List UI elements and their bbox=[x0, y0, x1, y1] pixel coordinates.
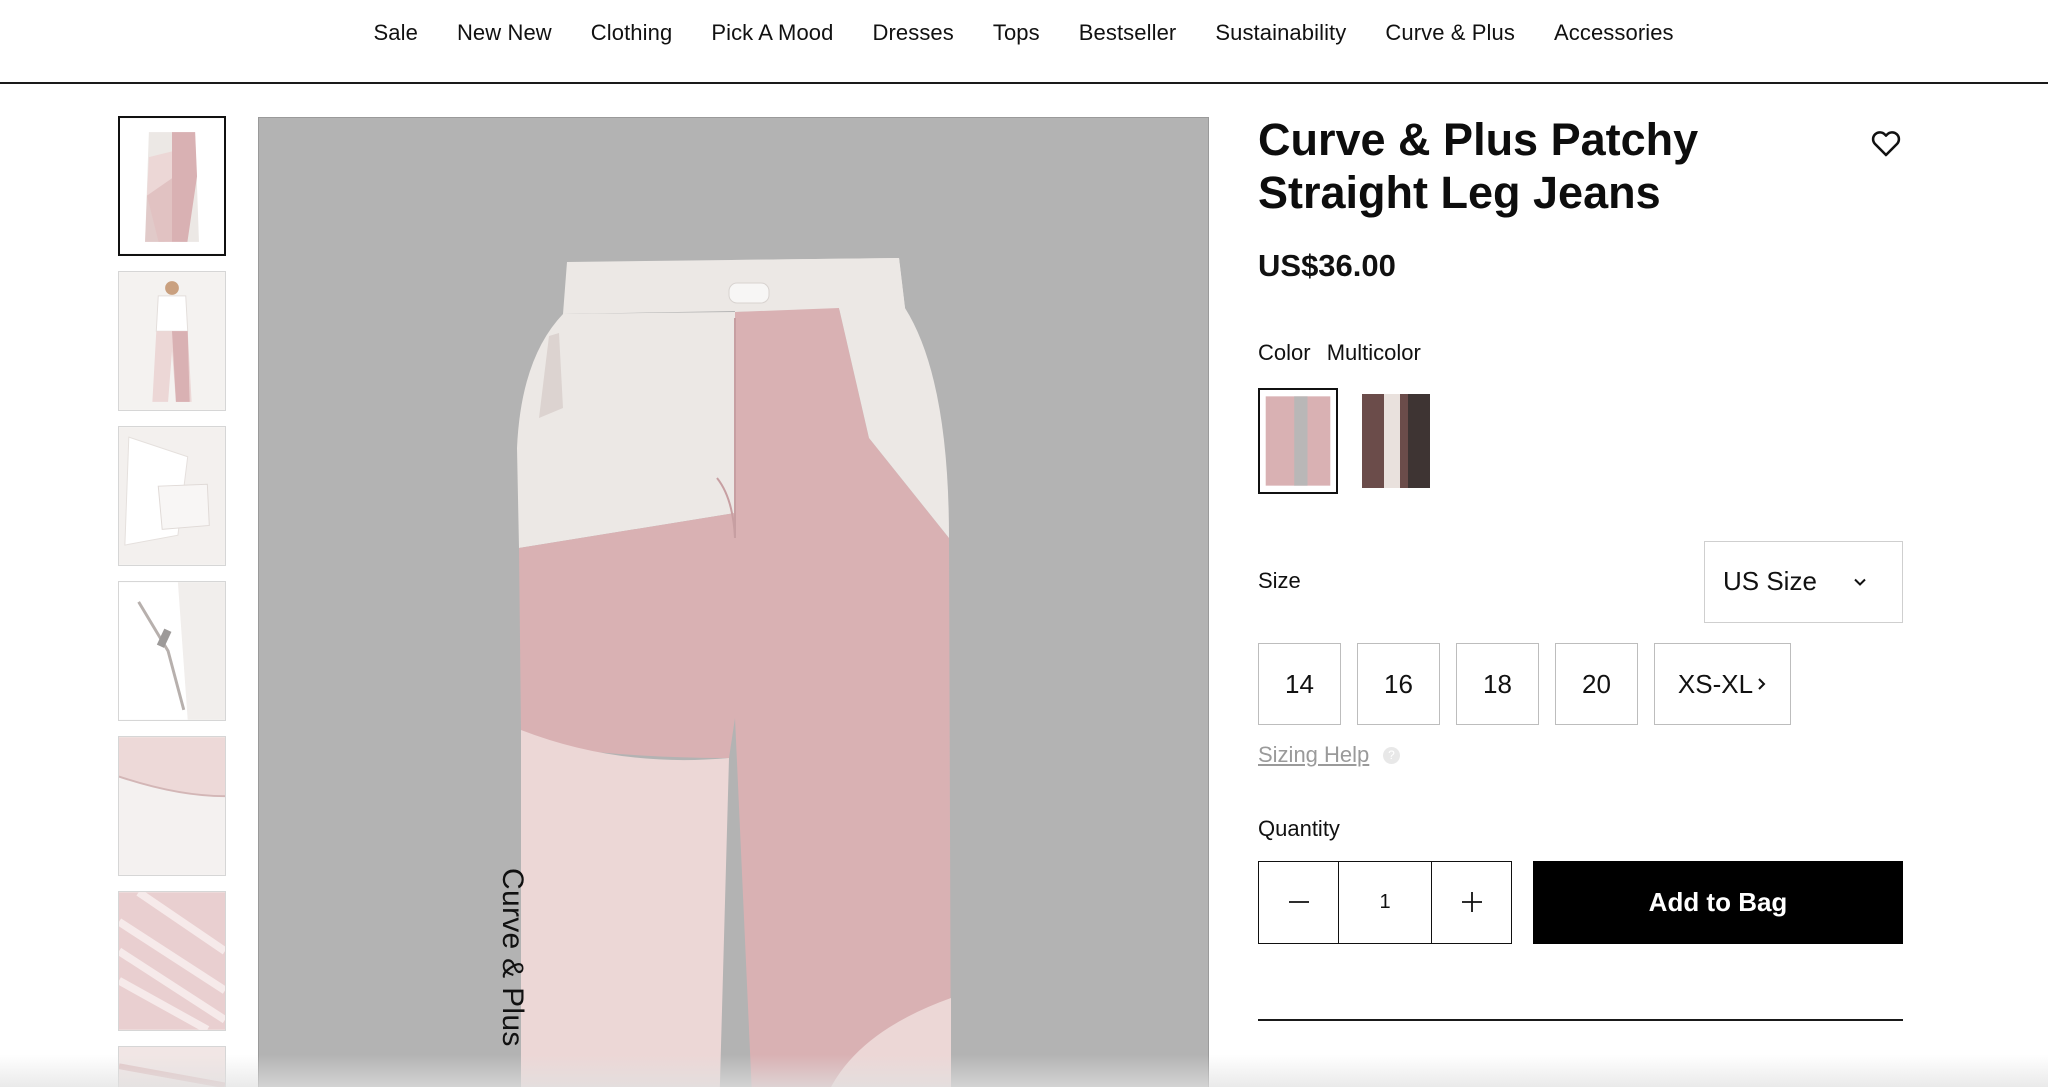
size-option-18[interactable]: 18 bbox=[1456, 643, 1539, 725]
bottom-fade bbox=[0, 1055, 2048, 1087]
jeans-illustration bbox=[517, 258, 951, 1087]
thumbnail-front[interactable] bbox=[118, 116, 226, 256]
nav-item-bestseller[interactable]: Bestseller bbox=[1059, 18, 1196, 48]
add-to-bag-button[interactable]: Add to Bag bbox=[1533, 861, 1903, 944]
color-swatch-pink-multicolor[interactable] bbox=[1258, 388, 1338, 494]
size-option-14[interactable]: 14 bbox=[1258, 643, 1341, 725]
size-system-value: US Size bbox=[1723, 566, 1817, 596]
nav-item-sustainability[interactable]: Sustainability bbox=[1196, 18, 1366, 48]
nav-list: Sale New New Clothing Pick A Mood Dresse… bbox=[354, 18, 1693, 48]
thumbnail-pocket-detail[interactable] bbox=[118, 426, 226, 566]
thumbnail-zipper-detail[interactable] bbox=[118, 581, 226, 721]
quantity-label: Quantity bbox=[1258, 816, 1340, 841]
quantity-decrease-button[interactable] bbox=[1259, 862, 1339, 943]
quantity-increase-button[interactable] bbox=[1431, 862, 1511, 943]
nav-item-dresses[interactable]: Dresses bbox=[853, 18, 973, 48]
nav-item-new-new[interactable]: New New bbox=[437, 18, 571, 48]
thumbnail-pocket-image bbox=[119, 427, 225, 565]
sizing-help-link[interactable]: Sizing Help bbox=[1258, 742, 1369, 768]
section-divider bbox=[1258, 1019, 1903, 1021]
thumbnail-zipper-image bbox=[119, 582, 225, 720]
plus-icon bbox=[1462, 892, 1482, 912]
thumbnail-texture-image bbox=[119, 892, 225, 1030]
color-swatch-brown-multicolor[interactable] bbox=[1358, 388, 1438, 494]
help-question-icon[interactable]: ? bbox=[1383, 747, 1400, 764]
thumbnail-fabric-texture[interactable] bbox=[118, 891, 226, 1031]
collection-vertical-label: Curve & Plus bbox=[496, 868, 529, 1047]
wishlist-heart-icon[interactable] bbox=[1869, 126, 1903, 160]
thumbnail-front-image bbox=[120, 118, 224, 254]
chevron-down-icon bbox=[1854, 578, 1866, 586]
size-system-dropdown[interactable]: US Size bbox=[1704, 541, 1903, 623]
nav-item-accessories[interactable]: Accessories bbox=[1534, 18, 1693, 48]
thumbnail-model-image bbox=[119, 272, 225, 410]
quantity-input[interactable] bbox=[1339, 862, 1431, 943]
product-price: US$36.00 bbox=[1258, 248, 1396, 283]
minus-icon bbox=[1289, 901, 1309, 903]
size-option-16[interactable]: 16 bbox=[1357, 643, 1440, 725]
top-navigation: Sale New New Clothing Pick A Mood Dresse… bbox=[0, 0, 2048, 84]
size-option-xs-xl[interactable]: XS-XL bbox=[1654, 643, 1791, 725]
size-label: Size bbox=[1258, 568, 1301, 593]
color-row: Color Multicolor bbox=[1258, 340, 1421, 366]
size-option-xs-xl-label: XS-XL bbox=[1677, 668, 1754, 699]
color-label: Color bbox=[1258, 340, 1311, 365]
product-title: Curve & Plus Patchy Straight Leg Jeans bbox=[1258, 114, 1699, 218]
thumbnail-model[interactable] bbox=[118, 271, 226, 411]
swatch-brown-image bbox=[1358, 388, 1438, 494]
color-value: Multicolor bbox=[1326, 340, 1421, 365]
chevron-right-icon bbox=[1758, 678, 1766, 690]
nav-item-curve-plus[interactable]: Curve & Plus bbox=[1366, 18, 1535, 48]
swatch-pink-image bbox=[1260, 390, 1336, 492]
main-product-image[interactable]: Curve & Plus bbox=[258, 117, 1209, 1087]
nav-item-pick-a-mood[interactable]: Pick A Mood bbox=[692, 18, 853, 48]
size-option-20[interactable]: 20 bbox=[1555, 643, 1638, 725]
quantity-stepper bbox=[1258, 861, 1512, 944]
nav-item-clothing[interactable]: Clothing bbox=[571, 18, 692, 48]
thumbnail-seam-image bbox=[119, 737, 225, 875]
thumbnail-fabric-seam[interactable] bbox=[118, 736, 226, 876]
nav-item-tops[interactable]: Tops bbox=[973, 18, 1059, 48]
nav-item-sale[interactable]: Sale bbox=[354, 18, 437, 48]
